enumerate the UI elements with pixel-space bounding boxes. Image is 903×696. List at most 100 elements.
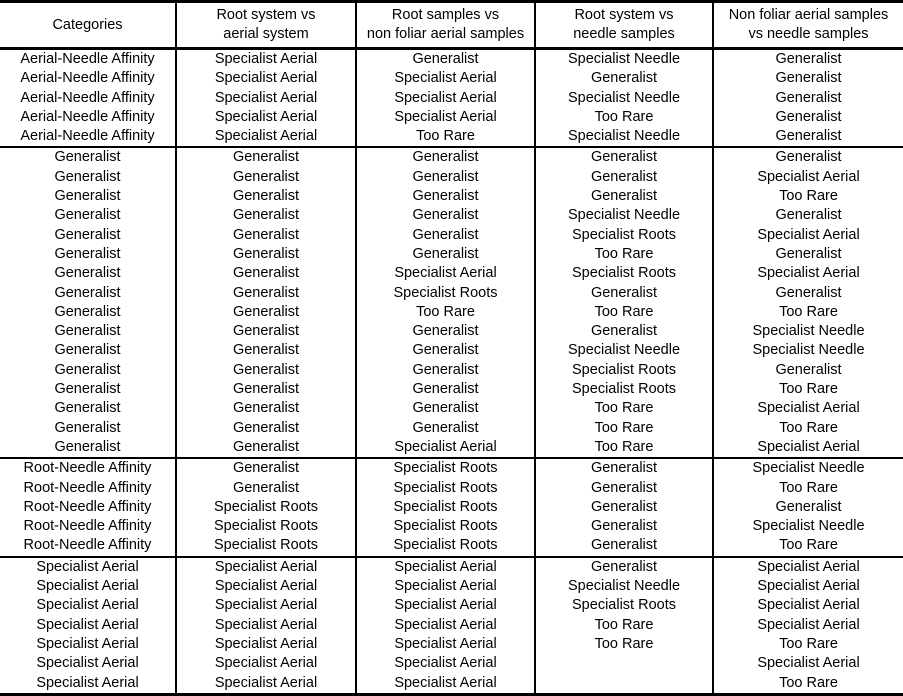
table-row: Generalist Generalist Generalist Specialist… [0,206,903,226]
cell-rootsamples_vs_nonfoliar: Generalist [355,206,535,226]
table-row: Generalist Generalist Generalist Too Rare Ge… [0,244,903,265]
cell-rootsystem_vs_needle: Specialist Roots [534,264,713,284]
cell-root_vs_aerial: Generalist [175,437,356,459]
cell-categories: Generalist [54,188,121,205]
cell-categories: Aerial-Needle Affinity [20,70,155,87]
cell-categories: Specialist Aerial [0,673,176,696]
cell-root_vs_aerial: Specialist Aerial [175,673,356,696]
cell-root_vs_aerial: Specialist Aerial [175,577,356,597]
cell-root_vs_aerial: Generalist [175,244,356,265]
cell-nonfoliar_vs_needle: Specialist Aerial [712,596,903,616]
cell-categories: Aerial-Needle Affinity [20,89,155,106]
cell-nonfoliar_vs_needle: Generalist [712,69,903,89]
column-header-line: aerial system [223,26,309,42]
cell-rootsystem_vs_needle: Too Rare [534,634,713,655]
table-row: Specialist Aerial Specialist Aerial Specia… [0,555,903,578]
cell-root_vs_aerial: Generalist [175,225,356,245]
cell-root_vs_aerial: Generalist [175,302,356,323]
cell-rootsystem_vs_needle: Generalist [534,457,713,479]
column-header-line: needle samples [573,26,675,42]
cell-nonfoliar_vs_needle: Specialist Aerial [712,654,903,674]
cell-nonfoliar_vs_needle: Too Rare [712,187,903,207]
cell-rootsystem_vs_needle: Generalist [534,497,713,518]
cell-root_vs_aerial: Specialist Roots [175,517,356,537]
cell-categories: Specialist Aerial [36,635,139,652]
cell-rootsamples_vs_nonfoliar: Generalist [355,187,535,207]
table-row: Generalist Generalist Specialist Roots Gene… [0,283,903,303]
table-row: Specialist Aerial Specialist Aerial Specia… [0,673,903,696]
column-header-line: Non foliar aerial samples [728,7,889,23]
column-header-rootsystem_vs_needle: Root system vs needle samples [534,0,713,50]
table-row: Specialist Aerial Specialist Aerial Specia… [0,596,903,616]
table-row: Specialist Aerial Specialist Aerial Specia… [0,577,903,597]
cell-rootsamples_vs_nonfoliar: Generalist [355,47,535,70]
cell-categories: Generalist [54,323,121,340]
column-header-line: vs needle samples [748,26,869,42]
cell-rootsystem_vs_needle: Specialist Needle [534,88,713,108]
cell-categories: Aerial-Needle Affinity [20,128,155,145]
table-row: Generalist Generalist Specialist Aerial Too… [0,437,903,459]
cell-categories: Root-Needle Affinity [23,498,152,515]
cell-categories: Aerial-Needle Affinity [0,47,176,70]
cell-root_vs_aerial: Generalist [175,283,356,303]
cell-rootsamples_vs_nonfoliar: Specialist Aerial [355,673,535,696]
cell-rootsamples_vs_nonfoliar: Specialist Roots [355,283,535,303]
cell-rootsystem_vs_needle: Specialist Roots [534,225,713,245]
cell-nonfoliar_vs_needle: Specialist Needle [712,457,903,479]
table-row: Generalist Generalist Too Rare Too Rare Too … [0,302,903,323]
cell-rootsamples_vs_nonfoliar: Specialist Aerial [355,69,535,89]
cell-root_vs_aerial: Specialist Aerial [175,69,356,89]
cell-nonfoliar_vs_needle: Generalist [712,88,903,108]
cell-nonfoliar_vs_needle: Too Rare [712,673,903,696]
cell-categories: Generalist [54,303,121,320]
cell-rootsamples_vs_nonfoliar: Generalist [355,418,535,438]
table-row: Specialist Aerial Specialist Aerial Specia… [0,615,903,635]
cell-rootsamples_vs_nonfoliar: Generalist [355,399,535,419]
cell-rootsamples_vs_nonfoliar: Specialist Aerial [355,555,535,578]
table-row: Generalist Generalist Generalist Generalist… [0,146,903,168]
cell-root_vs_aerial: Generalist [175,360,356,381]
cell-root_vs_aerial: Generalist [175,206,356,226]
cell-rootsystem_vs_needle: Generalist [534,146,713,168]
cell-rootsamples_vs_nonfoliar: Generalist [355,360,535,381]
cell-categories: Generalist [54,265,121,282]
cell-rootsystem_vs_needle: Specialist Needle [534,127,713,148]
cell-categories: Root-Needle Affinity [23,479,152,496]
table-row: Aerial-Needle Affinity Specialist Aerial G… [0,47,903,70]
cell-rootsamples_vs_nonfoliar: Generalist [355,380,535,400]
cell-rootsystem_vs_needle: Too Rare [534,615,713,635]
table-row: Generalist Generalist Generalist Too Rare To… [0,418,903,438]
cell-root_vs_aerial: Generalist [175,380,356,400]
table-row: Generalist Generalist Generalist Generalist… [0,167,903,188]
cell-categories: Specialist Aerial [0,555,176,578]
cell-rootsystem_vs_needle: Generalist [534,167,713,188]
cell-rootsystem_vs_needle: Too Rare [534,399,713,419]
cell-nonfoliar_vs_needle: Specialist Aerial [712,225,903,245]
cell-categories: Generalist [54,400,121,417]
cell-root_vs_aerial: Specialist Aerial [175,47,356,70]
cell-categories: Generalist [54,419,121,436]
cell-rootsamples_vs_nonfoliar: Specialist Roots [355,536,535,557]
cell-root_vs_aerial: Generalist [175,187,356,207]
cell-nonfoliar_vs_needle: Generalist [712,360,903,381]
cell-nonfoliar_vs_needle: Specialist Needle [712,322,903,342]
cell-nonfoliar_vs_needle: Specialist Aerial [712,615,903,635]
cell-rootsystem_vs_needle: Specialist Needle [534,47,713,70]
cell-nonfoliar_vs_needle: Specialist Aerial [712,399,903,419]
cell-categories: Specialist Aerial [36,578,139,595]
table-row: Generalist Generalist Specialist Aerial Spe… [0,264,903,284]
cell-rootsamples_vs_nonfoliar: Specialist Roots [355,457,535,479]
cell-root_vs_aerial: Specialist Aerial [175,127,356,148]
cell-nonfoliar_vs_needle: Generalist [712,283,903,303]
cell-root_vs_aerial: Specialist Aerial [175,88,356,108]
affinity-table-container: Categories Root system vs aerial system Roo… [0,0,903,696]
table-row: Root-Needle Affinity Generalist Specialist… [0,457,903,479]
cell-categories: Aerial-Needle Affinity [20,108,155,125]
cell-nonfoliar_vs_needle: Too Rare [712,302,903,323]
cell-rootsamples_vs_nonfoliar: Specialist Aerial [355,437,535,459]
column-header-line: Root system vs [216,7,316,23]
table-row: Generalist Generalist Generalist Specialist… [0,341,903,361]
cell-categories: Root-Needle Affinity [23,518,152,535]
table-row: Generalist Generalist Generalist Generalist… [0,322,903,342]
table-row: Aerial-Needle Affinity Specialist Aerial S… [0,88,903,108]
